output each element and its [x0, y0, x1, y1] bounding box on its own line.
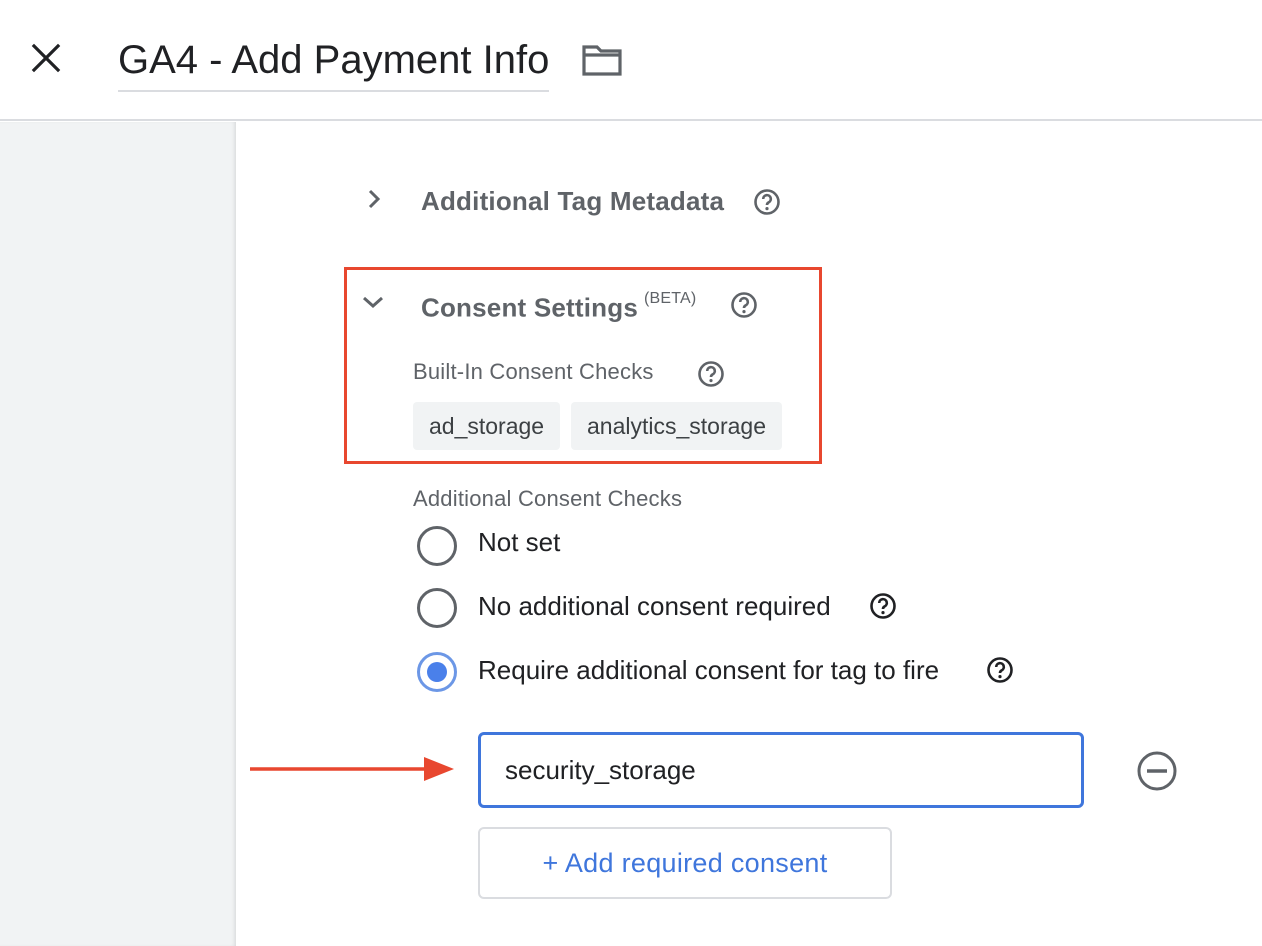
- annotation-arrow: [250, 757, 454, 781]
- beta-badge: (BETA): [644, 290, 697, 307]
- radio-require-additional-consent[interactable]: [417, 652, 457, 692]
- required-consent-input[interactable]: [478, 732, 1084, 808]
- consent-section-title-text: Consent Settings: [421, 292, 638, 323]
- close-button[interactable]: [26, 38, 66, 78]
- remove-circle-icon: [1137, 751, 1177, 791]
- expand-metadata-button[interactable]: [362, 187, 386, 211]
- folder-icon: [582, 45, 622, 76]
- radio-no-additional-consent[interactable]: [417, 588, 457, 628]
- consent-section-title[interactable]: Consent Settings (BETA): [421, 287, 696, 324]
- consent-help-button[interactable]: [730, 291, 758, 319]
- close-icon: [31, 43, 61, 73]
- consent-chip-ad-storage: ad_storage: [413, 402, 561, 450]
- chevron-right-icon: [368, 189, 381, 209]
- require-consent-help-button[interactable]: [986, 656, 1014, 684]
- tag-name-input[interactable]: GA4 - Add Payment Info: [118, 36, 550, 92]
- built-in-checks-help-button[interactable]: [697, 360, 725, 388]
- editor-header: GA4 - Add Payment Info: [0, 0, 1262, 121]
- folder-button[interactable]: [580, 40, 624, 80]
- help-icon: [698, 361, 724, 387]
- collapse-consent-button[interactable]: [361, 290, 385, 314]
- consent-chip-analytics-storage: analytics_storage: [571, 402, 782, 450]
- help-icon: [731, 292, 757, 318]
- help-icon: [754, 189, 780, 215]
- help-icon: [870, 593, 896, 619]
- remove-consent-button[interactable]: [1134, 748, 1180, 794]
- additional-checks-label: Additional Consent Checks: [413, 486, 683, 511]
- left-gutter: [0, 122, 236, 946]
- radio-label-not-set[interactable]: Not set: [478, 526, 560, 558]
- built-in-checks-label: Built-In Consent Checks: [413, 359, 654, 384]
- radio-not-set[interactable]: [417, 526, 457, 566]
- radio-label-no-additional-consent[interactable]: No additional consent required: [478, 590, 831, 622]
- no-additional-consent-help-button[interactable]: [869, 592, 897, 620]
- tag-config-panel: [236, 122, 1262, 946]
- radio-label-require-additional-consent[interactable]: Require additional consent for tag to fi…: [478, 654, 939, 686]
- chevron-down-icon: [363, 296, 383, 309]
- add-required-consent-button[interactable]: + Add required consent: [478, 827, 892, 899]
- help-icon: [987, 657, 1013, 683]
- metadata-section-title[interactable]: Additional Tag Metadata: [421, 185, 724, 217]
- metadata-help-button[interactable]: [753, 188, 781, 216]
